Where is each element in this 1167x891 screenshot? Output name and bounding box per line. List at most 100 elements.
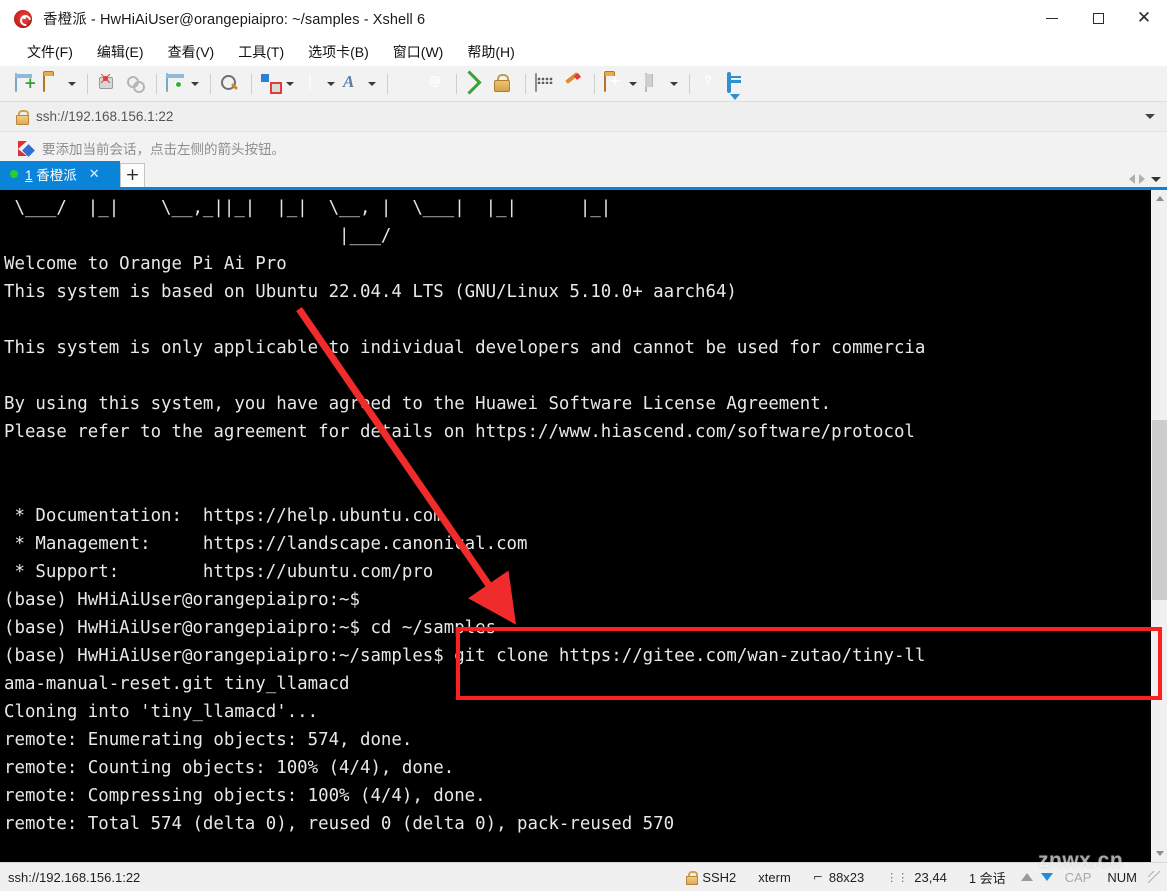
terminal-area: \___/ |_| \__,_||_| |_| \__, | \___| |_|… — [0, 190, 1167, 862]
status-right-group: SSH2 xterm ⌐ 88x23 ⋮⋮ 23,44 1 会话 CAP NUM — [675, 868, 1167, 887]
chevron-down-icon[interactable] — [286, 81, 294, 86]
status-caps-lock: CAP — [1064, 869, 1092, 885]
new-file-icon — [15, 72, 17, 92]
chevron-down-icon[interactable] — [1145, 114, 1155, 119]
toolbar-file-transfer-button[interactable] — [258, 71, 299, 97]
terminal-line: remote: Enumerating objects: 574, done. — [4, 730, 413, 750]
status-terminal-type: xterm — [758, 869, 791, 885]
tab-index: 1 — [25, 168, 33, 183]
minimize-button[interactable] — [1029, 0, 1075, 38]
toolbar-find-button[interactable] — [217, 71, 245, 97]
session-properties-icon — [166, 72, 168, 92]
tab-list-icon[interactable] — [1151, 176, 1161, 182]
status-connection: ssh://192.168.156.1:22 — [8, 869, 141, 885]
toolbar-chat-button[interactable] — [724, 71, 752, 97]
terminal-line: * Support: https://ubuntu.com/pro — [4, 562, 434, 582]
chevron-down-icon[interactable] — [327, 81, 335, 86]
scroll-up-button[interactable] — [1151, 190, 1167, 207]
tab-close-icon[interactable]: ✕ — [89, 167, 100, 182]
toolbar-session-properties-button[interactable] — [163, 71, 204, 97]
toolbar-separator — [594, 73, 595, 94]
tab-navigation — [1129, 174, 1167, 187]
scrollbar-thumb[interactable] — [1152, 420, 1167, 600]
maximize-icon — [1092, 13, 1104, 24]
toolbar-help-button[interactable] — [696, 71, 724, 97]
scroll-down-button[interactable] — [1151, 845, 1167, 862]
toolbar-xshell-button[interactable] — [394, 71, 422, 97]
toolbar-lock-button[interactable] — [491, 71, 519, 97]
terminal-line: (base) HwHiAiUser@orangepiaipro:~$ — [4, 590, 360, 610]
terminal-line: Please refer to the agreement for detail… — [4, 422, 915, 442]
menu-window[interactable]: 窗口(W) — [384, 39, 453, 65]
menu-tools[interactable]: 工具(T) — [229, 39, 293, 65]
window-controls: ✕ — [1029, 0, 1167, 38]
toolbar-layout-button[interactable] — [642, 71, 683, 97]
toolbar: A — [0, 66, 1167, 102]
toolbar-separator — [210, 73, 211, 94]
next-tab-icon[interactable] — [1139, 174, 1145, 184]
tab-bar: 1 香橙派 ✕ + — [0, 161, 1167, 190]
maximize-button[interactable] — [1075, 0, 1121, 38]
address-input[interactable]: ssh://192.168.156.1:22 — [36, 109, 173, 124]
chevron-down-icon[interactable] — [629, 81, 637, 86]
toolbar-fullscreen-button[interactable] — [463, 71, 491, 97]
open-folder-icon — [43, 72, 45, 92]
menu-tabs[interactable]: 选项卡(B) — [299, 39, 378, 65]
chevron-down-icon[interactable] — [68, 81, 76, 86]
resize-grip-icon[interactable] — [1147, 870, 1161, 884]
terminal-line: (base) HwHiAiUser@orangepiaipro:~$ cd ~/… — [4, 618, 497, 638]
status-size: 88x23 — [828, 869, 865, 885]
toolbar-globe-button[interactable] — [299, 71, 340, 97]
toolbar-keyboard-button[interactable] — [532, 71, 560, 97]
menu-help[interactable]: 帮助(H) — [458, 39, 523, 65]
cursor-position-icon: ⋮⋮ — [886, 870, 909, 884]
terminal-output[interactable]: \___/ |_| \__,_||_| |_| \__, | \___| |_|… — [0, 190, 1150, 862]
status-cursor: 23,44 — [914, 869, 947, 885]
prev-tab-icon[interactable] — [1129, 174, 1135, 184]
tab-session-1[interactable]: 1 香橙派 ✕ — [0, 161, 120, 187]
toolbar-separator — [251, 73, 252, 94]
menu-view[interactable]: 查看(V) — [159, 39, 224, 65]
toolbar-font-button[interactable]: A — [340, 71, 381, 97]
chevron-down-icon[interactable] — [368, 81, 376, 86]
toolbar-connect-button[interactable] — [94, 71, 122, 97]
upload-arrow-icon — [1020, 873, 1033, 881]
terminal-line: ama-manual-reset.git tiny_llamacd — [4, 674, 350, 694]
terminal-line: \___/ |_| \__,_||_| |_| \__, | \___| |_|… — [4, 198, 612, 218]
tab-label: 1 香橙派 — [25, 164, 77, 184]
toolbar-xftp-button[interactable] — [422, 71, 450, 97]
terminal-line: remote: Total 574 (delta 0), reused 0 (d… — [4, 814, 675, 834]
toolbar-separator — [689, 73, 690, 94]
terminal-line: This system is based on Ubuntu 22.04.4 L… — [4, 282, 737, 302]
menu-file[interactable]: 文件(F) — [18, 39, 82, 65]
address-bar[interactable]: ssh://192.168.156.1:22 — [0, 102, 1167, 132]
close-button[interactable]: ✕ — [1121, 0, 1167, 38]
terminal-line: By using this system, you have agreed to… — [4, 394, 832, 414]
toolbar-open-folder-button[interactable] — [40, 71, 81, 97]
terminal-line: remote: Compressing objects: 100% (4/4),… — [4, 786, 486, 806]
toolbar-highlight-pen-button[interactable] — [560, 71, 588, 97]
toolbar-disconnect-button[interactable] — [122, 71, 150, 97]
terminal-scrollbar[interactable] — [1150, 190, 1167, 862]
status-protocol-cell: SSH2 — [675, 870, 747, 885]
toolbar-separator — [387, 73, 388, 94]
status-cursor-cell: ⋮⋮ 23,44 — [875, 870, 958, 885]
toolbar-add-folder-button[interactable] — [601, 71, 642, 97]
xshell-window: 香橙派 - HwHiAiUser@orangepiaipro: ~/sample… — [0, 0, 1167, 891]
keyboard-icon — [535, 72, 537, 92]
minimize-icon — [1046, 18, 1058, 19]
download-arrow-icon — [1040, 873, 1053, 881]
terminal-line: |___/ — [4, 226, 392, 246]
red-flag-icon — [18, 140, 34, 156]
new-tab-button[interactable]: + — [120, 163, 145, 187]
menu-edit[interactable]: 编辑(E) — [88, 39, 153, 65]
toolbar-new-file-button[interactable] — [12, 71, 40, 97]
terminal-line: * Management: https://landscape.canonica… — [4, 534, 528, 554]
chevron-down-icon[interactable] — [670, 81, 678, 86]
toolbar-separator — [87, 73, 88, 94]
chevron-down-icon[interactable] — [191, 81, 199, 86]
close-icon: ✕ — [1136, 8, 1152, 28]
